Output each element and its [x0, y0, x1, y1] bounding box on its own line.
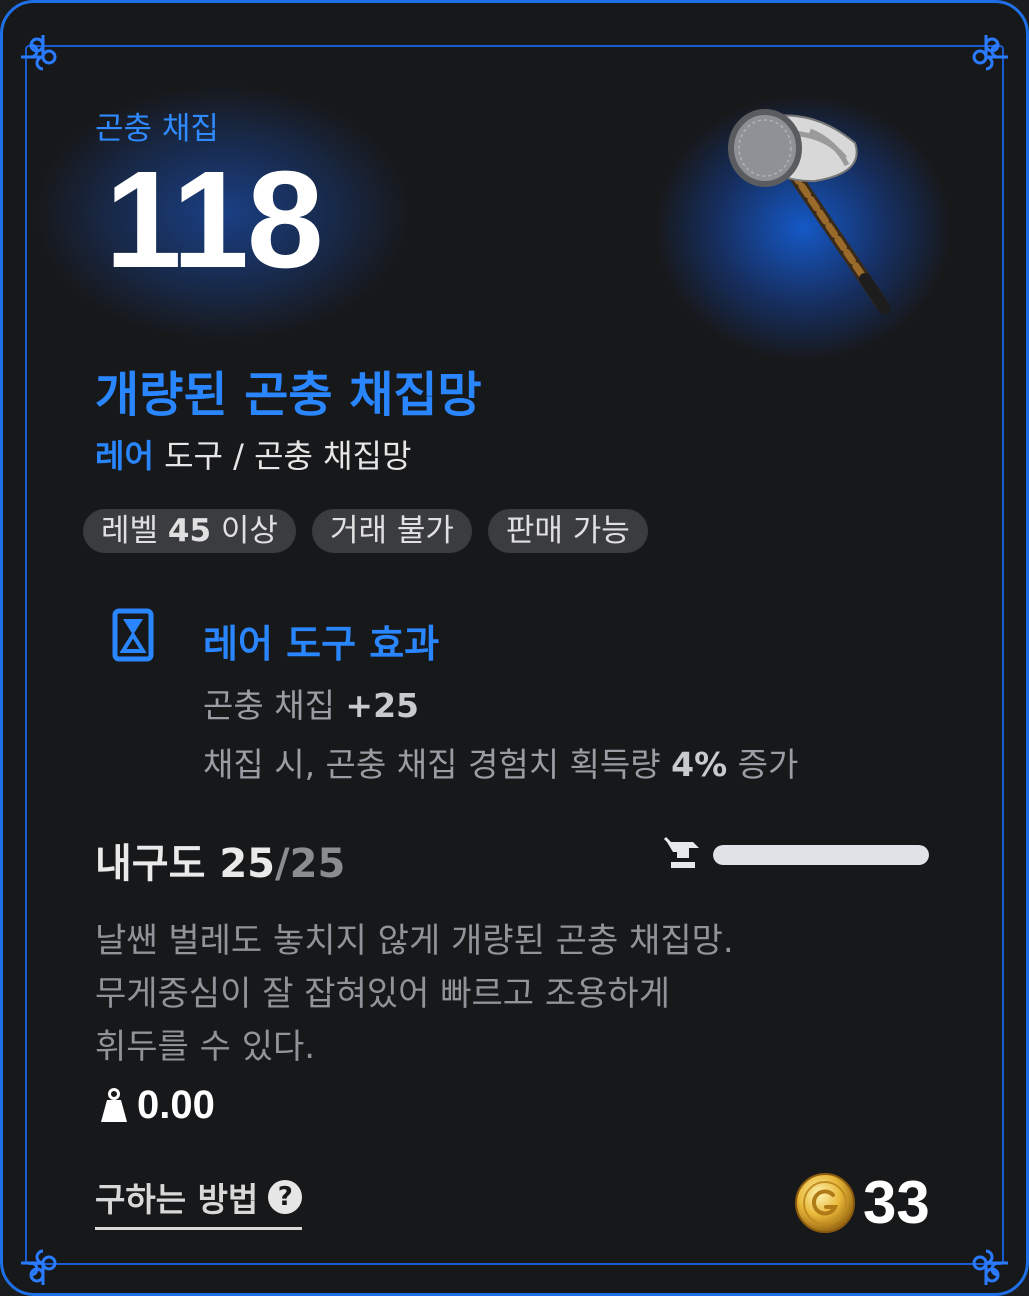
durability-label: 내구도 25/25: [95, 841, 346, 887]
tag-level-requirement: 레벨 45 이상: [83, 509, 296, 553]
weight-icon: [99, 1087, 129, 1125]
tag-untradable: 거래 불가: [311, 509, 472, 553]
effect-line: 곤충 채집 +25: [203, 686, 419, 725]
gold-coin-icon: [793, 1171, 857, 1235]
anvil-icon: [663, 836, 703, 872]
item-name: 개량된 곤충 채집망: [95, 367, 482, 423]
skill-category: 곤충 채집: [95, 111, 219, 147]
hourglass-card-icon: [111, 607, 155, 663]
how-to-obtain-link[interactable]: 구하는 방법 ?: [95, 1173, 303, 1230]
bug-net-icon: [715, 103, 905, 323]
how-to-obtain-label: 구하는 방법: [95, 1180, 259, 1219]
corner-ornament-icon: [960, 1237, 1012, 1289]
description-line: 무게중심이 잘 잡혀있어 빠르고 조용하게: [95, 974, 670, 1014]
durability-bar: [713, 845, 929, 865]
item-type: 레어 도구 / 곤충 채집망: [95, 431, 411, 477]
tag-sellable: 판매 가능: [487, 509, 648, 553]
item-weight: 0.00: [99, 1083, 215, 1128]
description-line: 휘두를 수 있다.: [95, 1027, 316, 1067]
weight-value: 0.00: [137, 1083, 215, 1127]
price-value: 33: [863, 1169, 930, 1236]
corner-ornament-icon: [17, 1237, 69, 1289]
skill-level: 118: [105, 143, 324, 297]
sell-price: 33: [793, 1168, 930, 1237]
description-line: 날쌘 벌레도 놓치지 않게 개량된 곤충 채집망.: [95, 921, 734, 961]
corner-ornament-icon: [17, 31, 69, 83]
item-tooltip-card: 곤충 채집 118 개량된 곤충 채집망 레어 도구 / 곤충 채집망 레벨 4…: [0, 0, 1029, 1296]
effect-line: 채집 시, 곤충 채집 경험치 획득량 4% 증가: [203, 745, 799, 784]
durability-bar-fill: [713, 845, 929, 865]
item-type-label: 도구 / 곤충 채집망: [153, 437, 412, 475]
effect-title: 레어 도구 효과: [203, 622, 440, 666]
corner-ornament-icon: [960, 31, 1012, 83]
item-rarity: 레어: [95, 437, 154, 475]
help-icon: ?: [268, 1180, 303, 1214]
item-description: 날쌘 벌레도 놓치지 않게 개량된 곤충 채집망. 무게중심이 잘 잡혀있어 빠…: [95, 915, 915, 1074]
item-tags: 레벨 45 이상 거래 불가 판매 가능: [83, 509, 648, 553]
